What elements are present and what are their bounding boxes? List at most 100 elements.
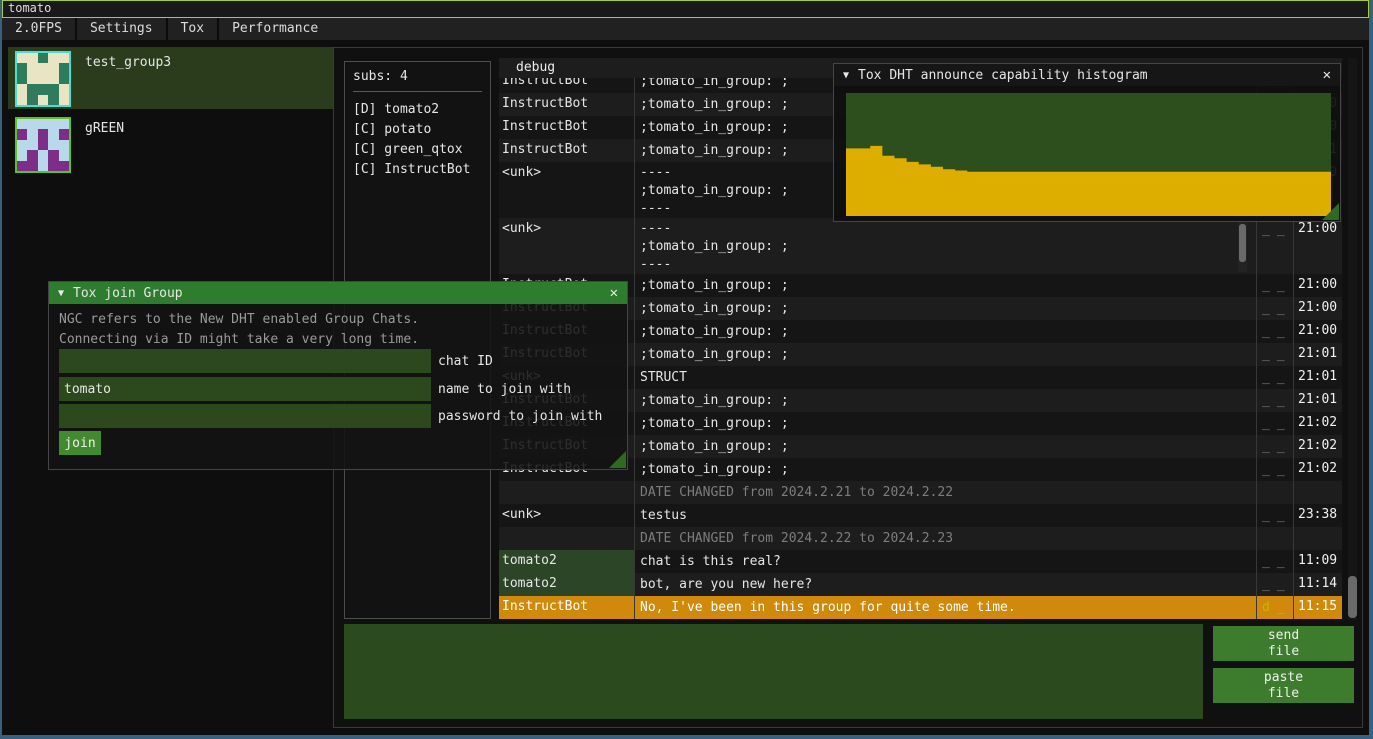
chat-id-input[interactable] bbox=[59, 349, 431, 373]
paste-file-button[interactable]: paste file bbox=[1213, 668, 1354, 703]
group-item-test-group3[interactable]: test_group3 bbox=[8, 47, 333, 109]
message-timestamp: 21:01 bbox=[1293, 389, 1342, 412]
avatar-pixel bbox=[59, 161, 69, 171]
join-button[interactable]: join bbox=[59, 431, 101, 455]
message-text: ;tomato_in_group: ; bbox=[634, 389, 1256, 412]
message-flag: _ bbox=[1262, 370, 1270, 389]
dht-histogram-plot bbox=[846, 93, 1331, 216]
resize-grip-icon[interactable] bbox=[609, 451, 626, 468]
message-timestamp: 21:00 bbox=[1293, 218, 1342, 274]
message-timestamp: 21:00 bbox=[1293, 320, 1342, 343]
member-item-tomato2[interactable]: [D] tomato2 bbox=[353, 100, 482, 120]
send-file-button[interactable]: send file bbox=[1213, 626, 1354, 661]
menubar: 2.0FPSSettingsToxPerformance bbox=[2, 18, 1369, 40]
avatar-pixel bbox=[48, 53, 58, 63]
member-item-instructbot[interactable]: [C] InstructBot bbox=[353, 160, 482, 180]
chat-row[interactable]: <unk>----;tomato_in_group: ;----__21:00 bbox=[499, 218, 1342, 274]
message-input[interactable] bbox=[344, 624, 1203, 719]
message-line: DATE CHANGED from 2024.2.22 to 2024.2.23 bbox=[640, 529, 1256, 548]
message-line: ;tomato_in_group: ; bbox=[640, 460, 1256, 479]
join-password-input[interactable] bbox=[59, 404, 431, 428]
message-flag: _ bbox=[1262, 324, 1270, 343]
message-timestamp: 21:00 bbox=[1293, 297, 1342, 320]
menu-item-performance[interactable]: Performance bbox=[219, 18, 331, 40]
message-flag: _ bbox=[1262, 393, 1270, 412]
message-timestamp: 21:01 bbox=[1293, 366, 1342, 389]
avatar-pixel bbox=[38, 140, 48, 150]
message-flag: _ bbox=[1277, 439, 1285, 458]
message-flag: _ bbox=[1277, 462, 1285, 481]
message-text: bot, are you new here? bbox=[634, 573, 1256, 596]
message-line: No, I've been in this group for quite so… bbox=[640, 598, 1256, 617]
join-name-input[interactable] bbox=[59, 377, 431, 401]
message-flags: __ bbox=[1256, 320, 1293, 343]
join-group-titlebar[interactable]: ▼ Tox join Group ✕ bbox=[49, 282, 627, 304]
chat-scrollbar-thumb[interactable] bbox=[1348, 576, 1357, 618]
avatar-pixel bbox=[48, 63, 58, 73]
window-titlebar[interactable]: tomato bbox=[2, 0, 1369, 18]
join-field-label: password to join with bbox=[438, 409, 602, 424]
message-flag: _ bbox=[1262, 508, 1270, 527]
message-flags: __ bbox=[1256, 435, 1293, 458]
message-flag: _ bbox=[1277, 600, 1285, 619]
message-author: InstructBot bbox=[499, 116, 634, 139]
avatar-pixel bbox=[38, 119, 48, 129]
close-icon[interactable]: ✕ bbox=[610, 285, 618, 301]
message-text: DATE CHANGED from 2024.2.22 to 2024.2.23 bbox=[634, 527, 1256, 550]
message-line: ;tomato_in_group: ; bbox=[640, 276, 1256, 295]
chat-row-system[interactable]: DATE CHANGED from 2024.2.21 to 2024.2.22 bbox=[499, 481, 1342, 504]
join-group-title: Tox join Group bbox=[73, 286, 183, 301]
resize-grip-icon[interactable] bbox=[1322, 203, 1339, 220]
dht-histogram-window: ▼ Tox DHT announce capability histogram … bbox=[833, 63, 1341, 222]
menu-item-settings[interactable]: Settings bbox=[77, 18, 166, 40]
dht-histogram-title: Tox DHT announce capability histogram bbox=[858, 68, 1148, 83]
message-line: ;tomato_in_group: ; bbox=[640, 414, 1256, 433]
avatar-pixel bbox=[27, 150, 37, 160]
collapse-icon[interactable]: ▼ bbox=[843, 70, 849, 81]
dht-histogram-titlebar[interactable]: ▼ Tox DHT announce capability histogram … bbox=[834, 64, 1340, 86]
join-field-row: chat ID bbox=[59, 349, 493, 373]
message-scrollbar[interactable] bbox=[1238, 220, 1247, 272]
chat-row[interactable]: tomato2bot, are you new here?__11:14 bbox=[499, 573, 1342, 596]
menu-item-tox[interactable]: Tox bbox=[168, 18, 217, 40]
join-field-row: name to join with bbox=[59, 377, 571, 401]
message-timestamp: 21:01 bbox=[1293, 343, 1342, 366]
avatar-pixel bbox=[38, 53, 48, 63]
message-timestamp bbox=[1293, 481, 1342, 504]
close-icon[interactable]: ✕ bbox=[1323, 67, 1331, 83]
join-info-line: NGC refers to the New DHT enabled Group … bbox=[59, 310, 419, 330]
chat-row[interactable]: tomato2chat is this real?__11:09 bbox=[499, 550, 1342, 573]
message-author: <unk> bbox=[499, 162, 634, 218]
screen: tomato 2.0FPSSettingsToxPerformance test… bbox=[0, 0, 1373, 739]
group-name: test_group3 bbox=[85, 55, 171, 105]
message-author: <unk> bbox=[499, 218, 634, 274]
message-text: ;tomato_in_group: ; bbox=[634, 458, 1256, 481]
avatar-pixel bbox=[17, 150, 27, 160]
window-title: tomato bbox=[8, 1, 51, 15]
message-text: STRUCT bbox=[634, 366, 1256, 389]
avatar-pixel bbox=[48, 150, 58, 160]
chat-row-system[interactable]: DATE CHANGED from 2024.2.22 to 2024.2.23 bbox=[499, 527, 1342, 550]
message-timestamp: 21:02 bbox=[1293, 458, 1342, 481]
avatar-pixel bbox=[59, 74, 69, 84]
avatar-pixel bbox=[27, 119, 37, 129]
message-flag: _ bbox=[1277, 370, 1285, 389]
member-item-green-qtox[interactable]: [C] green_qtox bbox=[353, 140, 482, 160]
member-item-potato[interactable]: [C] potato bbox=[353, 120, 482, 140]
message-text: ;tomato_in_group: ; bbox=[634, 320, 1256, 343]
avatar-pixel bbox=[48, 161, 58, 171]
message-text: DATE CHANGED from 2024.2.21 to 2024.2.22 bbox=[634, 481, 1256, 504]
chat-row[interactable]: <unk>testus__23:38 bbox=[499, 504, 1342, 527]
chat-scrollbar-track[interactable] bbox=[1348, 58, 1357, 620]
collapse-icon[interactable]: ▼ bbox=[58, 288, 64, 299]
message-flags: d_ bbox=[1256, 596, 1293, 619]
message-line: DATE CHANGED from 2024.2.21 to 2024.2.22 bbox=[640, 483, 1256, 502]
message-timestamp: 23:38 bbox=[1293, 504, 1342, 527]
group-item-green[interactable]: gREEN bbox=[8, 113, 333, 170]
message-scrollbar-thumb[interactable] bbox=[1239, 224, 1246, 262]
join-info-line: Connecting via ID might take a very long… bbox=[59, 330, 419, 350]
group-avatar bbox=[15, 51, 71, 107]
avatar-pixel bbox=[38, 95, 48, 105]
chat-row-highlighted[interactable]: InstructBotNo, I've been in this group f… bbox=[499, 596, 1342, 619]
avatar-pixel bbox=[27, 74, 37, 84]
